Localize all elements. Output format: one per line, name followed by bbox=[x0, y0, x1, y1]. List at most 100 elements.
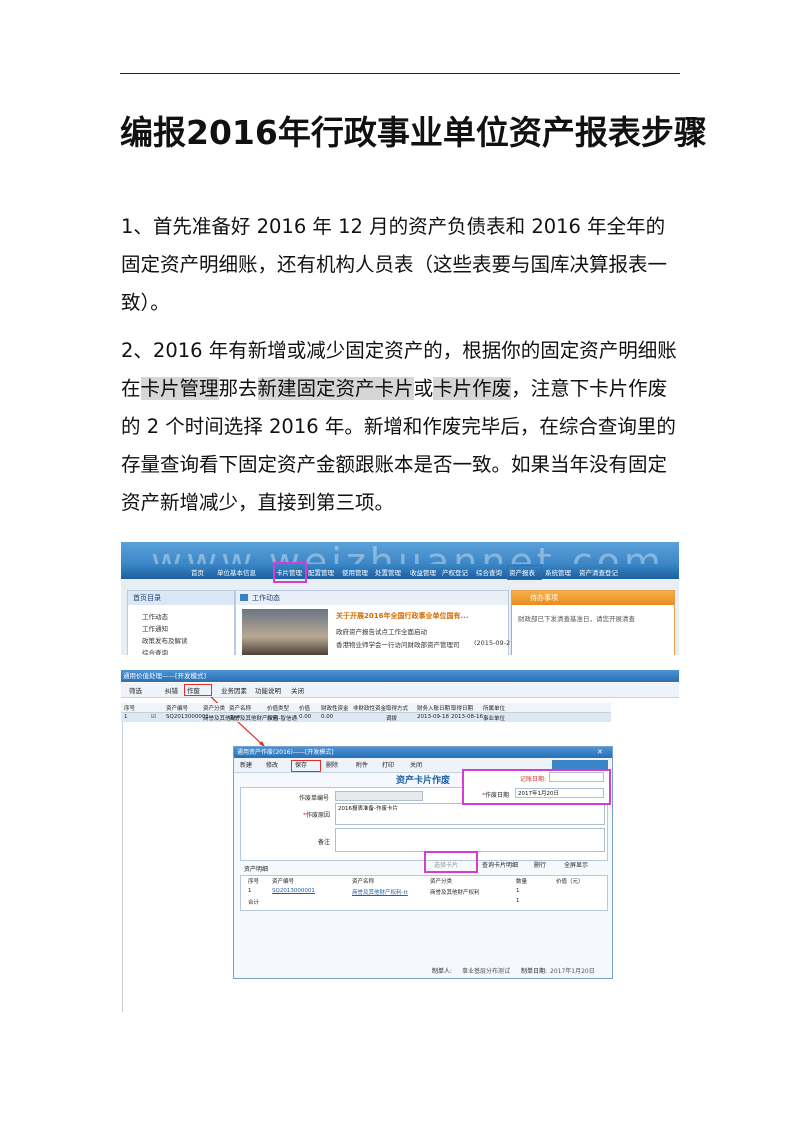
todo-item[interactable]: 财政部已下发清查基准日，请您开展清查 bbox=[518, 613, 635, 623]
detail-cell: 商誉及其他财产权利 bbox=[430, 890, 480, 896]
news-line-2[interactable]: 香港物业师学会一行访问财政部资产管理司 bbox=[336, 639, 460, 649]
highlight-card-management: 卡片管理 bbox=[140, 377, 219, 400]
nav-item[interactable]: 首页 bbox=[191, 567, 204, 579]
grid-header-cell: 取得方式 bbox=[386, 706, 409, 712]
dialog-toolbar-button[interactable]: 新建 bbox=[240, 760, 252, 769]
highlight-box-void bbox=[184, 684, 212, 696]
grid-header-cell: 序号 bbox=[124, 706, 136, 712]
news-title-link[interactable]: 关于开展2016年全国行政事业单位国有... bbox=[336, 611, 468, 621]
nav-item[interactable]: 配置管理 bbox=[308, 567, 334, 579]
toolbar-button[interactable]: 业务因素 bbox=[221, 685, 247, 695]
step-2-text: 那去 bbox=[218, 377, 258, 400]
record-date-field[interactable] bbox=[549, 772, 604, 782]
grid-cell: 1 bbox=[124, 714, 128, 720]
detail-button[interactable]: 查询卡片明细 bbox=[482, 860, 518, 869]
void-date-label-text: 作废日期 bbox=[485, 792, 510, 799]
detail-cell: 合计 bbox=[248, 900, 260, 906]
detail-cell: 1 bbox=[248, 888, 252, 894]
detail-button[interactable]: 全屏显示 bbox=[564, 860, 588, 869]
grid-header-cell: 资产编号 bbox=[166, 706, 189, 712]
void-reason-label-text: 作废原因 bbox=[306, 812, 331, 819]
nav-item[interactable]: 使用管理 bbox=[342, 567, 368, 579]
grid-header-cell: 所属单位 bbox=[483, 706, 506, 712]
highlight-box-save bbox=[291, 760, 321, 772]
step-1-paragraph: 1、首先准备好 2016 年 12 月的资产负债表和 2016 年全年的固定资产… bbox=[121, 215, 668, 314]
nav-item[interactable]: 收益管理 bbox=[410, 567, 436, 579]
dialog-toolbar-button[interactable]: 修改 bbox=[266, 760, 278, 769]
void-date-field[interactable]: 2017年1月20日 bbox=[515, 788, 604, 798]
nav-item[interactable]: 资产清查登记 bbox=[579, 567, 618, 579]
detail-header-cell: 资产编号 bbox=[272, 879, 295, 885]
dialog-toolbar-button[interactable]: 删除 bbox=[326, 760, 338, 769]
nav-item[interactable]: 系统管理 bbox=[545, 567, 571, 579]
left-panel-item[interactable]: 政策发布及解读 bbox=[142, 635, 188, 645]
record-date-label: 记账日期: bbox=[520, 776, 547, 783]
grid-cell: 事业单位 bbox=[483, 716, 506, 722]
step-2-text: 或 bbox=[413, 377, 434, 400]
detail-header-cell: 资产分类 bbox=[430, 879, 453, 885]
dialog-toolbar-button[interactable]: 附件 bbox=[356, 760, 368, 769]
toolbar-button[interactable]: 筛选 bbox=[129, 685, 142, 695]
highlight-box-asset-report bbox=[507, 565, 542, 580]
detail-header-cell: 资产名称 bbox=[352, 879, 375, 885]
grid-header-cell: 取得日期 bbox=[451, 706, 474, 712]
meeting-photo bbox=[242, 609, 328, 655]
detail-header-cell: 序号 bbox=[248, 879, 260, 885]
remark-label: 备注 bbox=[318, 839, 331, 846]
grid-cell: ☑ bbox=[151, 714, 156, 720]
dialog-toolbar-button[interactable]: 打印 bbox=[382, 760, 394, 769]
left-border bbox=[122, 722, 123, 1012]
step-2-paragraph: 2、2016 年有新增或减少固定资产的，根据你的固定资产明细账在卡片管理那去新建… bbox=[121, 332, 681, 522]
detail-button[interactable]: 删行 bbox=[534, 860, 546, 869]
grid-header-cell: 资产名称 bbox=[229, 706, 252, 712]
detail-title: 资产明细 bbox=[244, 866, 269, 873]
left-panel-item[interactable]: 工作通知 bbox=[142, 623, 168, 633]
void-card-dialog: 通用资产作废(2016)——[开发模式] ✕ 新建 修改 保存 删除 附件 打印 关闭 资产… bbox=[233, 746, 613, 979]
maker-label: 制单人: bbox=[432, 968, 453, 975]
toolbar-button[interactable]: 纠错 bbox=[165, 685, 178, 695]
grid-cell: 0.00 bbox=[321, 714, 334, 720]
void-reason-field[interactable]: 2016报表准备-作废卡片 bbox=[335, 803, 605, 825]
screenshot-home-portal: www.weizhuannet.com 首页 单位基本信息 卡片管理 配置管理 使用管理… bbox=[121, 542, 679, 655]
page-title: 编报2016年行政事业单位资产报表步骤 bbox=[120, 113, 707, 152]
grid-header-cell: 财政性资金 bbox=[321, 706, 349, 712]
left-panel-item[interactable]: 综合查询 bbox=[142, 647, 168, 655]
nav-item[interactable]: 产权登记 bbox=[442, 567, 468, 579]
left-panel-header: 首页目录 bbox=[128, 591, 234, 605]
maker-value: 事业基层分布测试 bbox=[462, 968, 511, 975]
left-panel-item[interactable]: 工作动态 bbox=[142, 611, 168, 621]
grid-header-cell: 价值 bbox=[299, 706, 311, 712]
nav-item[interactable]: 单位基本信息 bbox=[217, 567, 256, 579]
left-panel: 首页目录 工作动态工作通知政策发布及解读 综合查询 bbox=[127, 590, 235, 655]
highlight-box-card-management bbox=[273, 562, 307, 583]
grid-cell: 0.00 bbox=[299, 714, 312, 720]
detail-header-cell: 价值（元） bbox=[556, 879, 584, 885]
right-panel: 待办事项 财政部已下发清查基准日，请您开展清查 bbox=[511, 590, 675, 655]
grid-header-cell: 非财政性资金 bbox=[353, 706, 387, 712]
highlight-box-select-card bbox=[424, 851, 478, 873]
nav-item[interactable]: 综合查询 bbox=[476, 567, 502, 579]
detail-cell: 1 bbox=[516, 888, 520, 894]
center-panel: 工作动态 关于开展2016年全国行政事业单位国有... 政府资产报告试点工作全面… bbox=[235, 590, 511, 655]
grid-cell: 商誉及其他财产权利-智信通 bbox=[229, 716, 297, 722]
grid-header-cell: 价值类型 bbox=[267, 706, 290, 712]
toolbar-button[interactable]: 功能说明 bbox=[255, 685, 281, 695]
nav-item[interactable]: 处置管理 bbox=[375, 567, 401, 579]
void-no-label: 作废单编号 bbox=[299, 795, 330, 802]
news-line-1[interactable]: 政府资产报告试点工作全面启动 bbox=[336, 626, 427, 636]
window-title: 通用价值处理——[开发模式] bbox=[121, 670, 679, 682]
news-date: (2015-09-2 bbox=[474, 639, 511, 647]
toolbar-button[interactable]: 关闭 bbox=[291, 685, 304, 695]
detail-cell[interactable]: 商誉及其他财产权利-tt bbox=[352, 888, 408, 896]
dialog-close-icon[interactable]: ✕ bbox=[597, 748, 603, 756]
grid-header-cell: 资产分类 bbox=[203, 706, 226, 712]
grid-cell: 2013-09-18 bbox=[417, 714, 449, 720]
void-no-field[interactable] bbox=[335, 791, 423, 801]
remark-field[interactable] bbox=[335, 828, 605, 852]
right-panel-header: 待办事项 bbox=[512, 591, 674, 605]
monitor-icon bbox=[240, 594, 248, 601]
dialog-toolbar-button[interactable]: 关闭 bbox=[410, 760, 422, 769]
highlight-new-card: 新建固定资产卡片 bbox=[257, 377, 414, 400]
detail-cell[interactable]: SQ2013000001 bbox=[272, 888, 315, 894]
void-date-label: *作废日期 bbox=[482, 792, 510, 799]
